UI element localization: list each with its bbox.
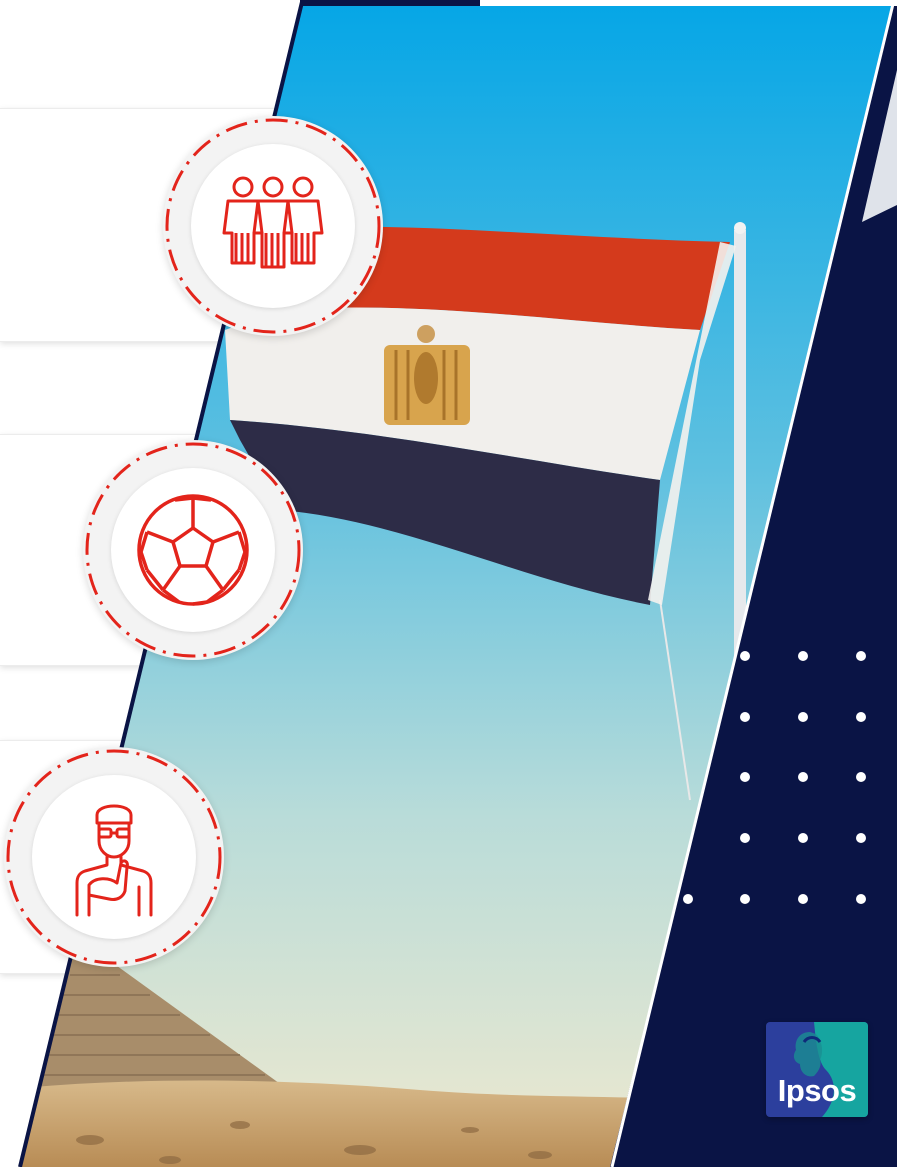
logo-text: Ipsos [777,1073,857,1108]
soccer-ball-icon [83,440,303,660]
thinking-fan-icon [4,747,224,967]
football-team-icon [163,116,383,336]
ipsos-logo: Ipsos [766,1022,868,1117]
